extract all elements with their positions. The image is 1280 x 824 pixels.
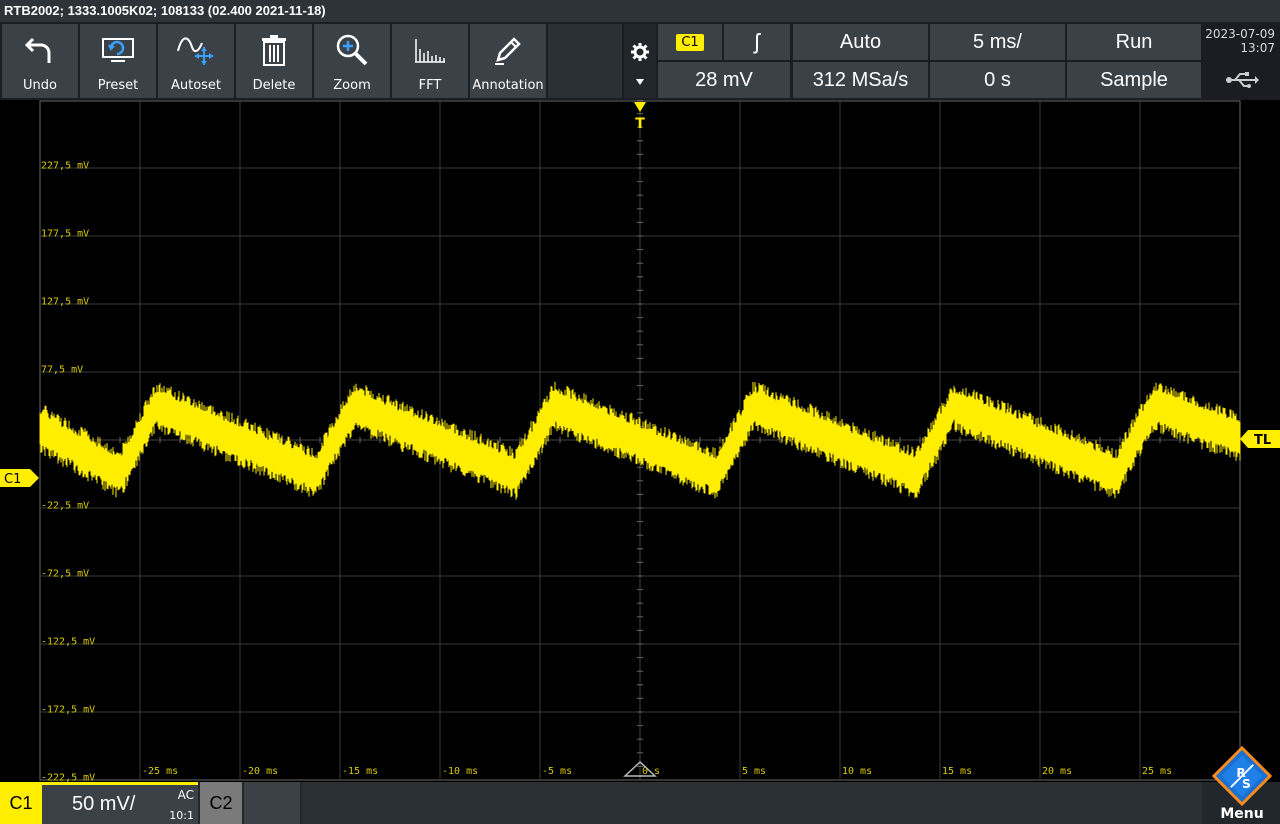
x-tick-label: 20 ms — [1042, 766, 1072, 777]
autoset-button[interactable]: Autoset — [158, 24, 234, 98]
autoset-label: Autoset — [170, 78, 222, 93]
x-tick-label: -10 ms — [442, 766, 478, 777]
x-tick-label: -15 ms — [342, 766, 378, 777]
svg-text:S: S — [1242, 777, 1251, 791]
y-tick-label: -122,5 mV — [41, 637, 95, 648]
settings-column[interactable] — [624, 24, 656, 98]
autoset-icon — [158, 32, 234, 68]
timebase: 5 ms/ — [973, 30, 1022, 53]
title-text: RTB2002; 1333.1005K02; 108133 (02.400 20… — [4, 3, 326, 18]
usb-icon — [1203, 62, 1280, 98]
x-tick-label: 10 ms — [842, 766, 872, 777]
preset-label: Preset — [97, 78, 139, 93]
y-tick-label: 177,5 mV — [41, 229, 89, 240]
run-state-cell[interactable]: Run — [1067, 24, 1201, 60]
channel-c2-label: C2 — [209, 792, 233, 813]
channel-marker-label: C1 — [4, 472, 21, 487]
title-bar: RTB2002; 1333.1005K02; 108133 (02.400 20… — [0, 0, 1280, 22]
undo-label: Undo — [23, 78, 57, 93]
channel-bar-spacer — [244, 782, 300, 824]
delete-button[interactable]: Delete — [236, 24, 312, 98]
x-tick-label: -5 ms — [542, 766, 572, 777]
acquisition-mode: Sample — [1100, 68, 1168, 91]
x-tick-label: -25 ms — [142, 766, 178, 777]
trigger-level: 28 mV — [695, 68, 753, 91]
waveform-plot[interactable]: 227,5 mV177,5 mV127,5 mV77,5 mV27,5 mV-2… — [0, 99, 1280, 784]
toolbar: Undo Preset Autoset Delete Zoom FFT Anno… — [0, 22, 1280, 100]
waveform-display[interactable]: 227,5 mV177,5 mV127,5 mV77,5 mV27,5 mV-2… — [0, 99, 1280, 784]
zoom-icon — [314, 32, 390, 68]
trigger-marker-label: T — [635, 116, 645, 132]
y-tick-label: 227,5 mV — [41, 161, 89, 172]
horizontal-position: 0 s — [984, 68, 1011, 91]
x-tick-label: 25 ms — [1142, 766, 1172, 777]
annotation-button[interactable]: Annotation — [470, 24, 546, 98]
fft-icon — [392, 32, 468, 68]
channel-coupling: AC — [177, 788, 194, 802]
rs-logo-icon: R S — [1211, 746, 1273, 806]
channel-bar: C1 50 mV/ AC 10:1 C2 R S Menu — [0, 746, 1280, 824]
channel-c2-button[interactable]: C2 — [200, 782, 242, 824]
timebase-cell[interactable]: 5 ms/ — [930, 24, 1065, 60]
channel-scale: 50 mV/ — [72, 793, 136, 815]
x-tick-label: -20 ms — [242, 766, 278, 777]
trigger-source-tag: C1 — [676, 33, 704, 51]
undo-icon — [2, 32, 78, 68]
trigger-mode-cell[interactable]: Auto — [793, 24, 928, 60]
trigger-slope-icon: ʃ — [754, 29, 760, 54]
x-tick-label: 5 ms — [742, 766, 766, 777]
run-state: Run — [1115, 30, 1153, 53]
x-tick-label: 15 ms — [942, 766, 972, 777]
zoom-label: Zoom — [333, 78, 371, 93]
trash-icon — [236, 32, 312, 68]
sample-rate: 312 MSa/s — [812, 68, 909, 91]
trigger-level-marker[interactable]: TL — [1240, 430, 1280, 448]
preset-icon — [80, 32, 156, 68]
time: 13:07 — [1240, 41, 1275, 55]
channel-bar-empty — [302, 782, 1202, 824]
horizontal-position-cell[interactable]: 0 s — [930, 62, 1065, 98]
trigger-source-cell[interactable]: C1 — [658, 24, 722, 60]
trigger-level-label: TL — [1254, 433, 1271, 448]
acquisition-mode-cell[interactable]: Sample — [1067, 62, 1201, 98]
y-tick-label: 127,5 mV — [41, 297, 89, 308]
y-tick-label: -72,5 mV — [41, 569, 89, 580]
date: 2023-07-09 — [1205, 27, 1275, 41]
undo-button[interactable]: Undo — [2, 24, 78, 98]
toolbar-spacer — [548, 24, 622, 98]
gear-icon[interactable] — [631, 43, 649, 61]
datetime: 2023-07-09 13:07 — [1203, 24, 1280, 60]
trigger-level-cell[interactable]: 28 mV — [658, 62, 790, 98]
channel-c1-label: C1 — [9, 792, 33, 813]
y-tick-label: -172,5 mV — [41, 705, 95, 716]
fft-button[interactable]: FFT — [392, 24, 468, 98]
preset-button[interactable]: Preset — [80, 24, 156, 98]
menu-label: Menu — [1220, 806, 1264, 822]
channel-c1-button[interactable]: C1 — [0, 782, 42, 824]
probe-ratio: 10:1 — [169, 809, 194, 822]
channel-c1-settings[interactable]: 50 mV/ AC 10:1 — [42, 782, 198, 824]
sample-rate-cell[interactable]: 312 MSa/s — [793, 62, 928, 98]
chevron-down-icon[interactable] — [636, 79, 644, 85]
trigger-mode: Auto — [839, 30, 882, 53]
trigger-slope-cell[interactable]: ʃ — [724, 24, 790, 60]
delete-label: Delete — [252, 78, 296, 93]
menu-button[interactable]: R S Menu — [1204, 746, 1280, 824]
fft-label: FFT — [418, 78, 442, 93]
y-tick-label: -222,5 mV — [41, 773, 95, 782]
annotation-label: Annotation — [472, 78, 544, 93]
y-tick-label: 77,5 mV — [41, 365, 83, 376]
y-tick-label: -22,5 mV — [41, 501, 89, 512]
pencil-icon — [470, 32, 546, 68]
zoom-button[interactable]: Zoom — [314, 24, 390, 98]
